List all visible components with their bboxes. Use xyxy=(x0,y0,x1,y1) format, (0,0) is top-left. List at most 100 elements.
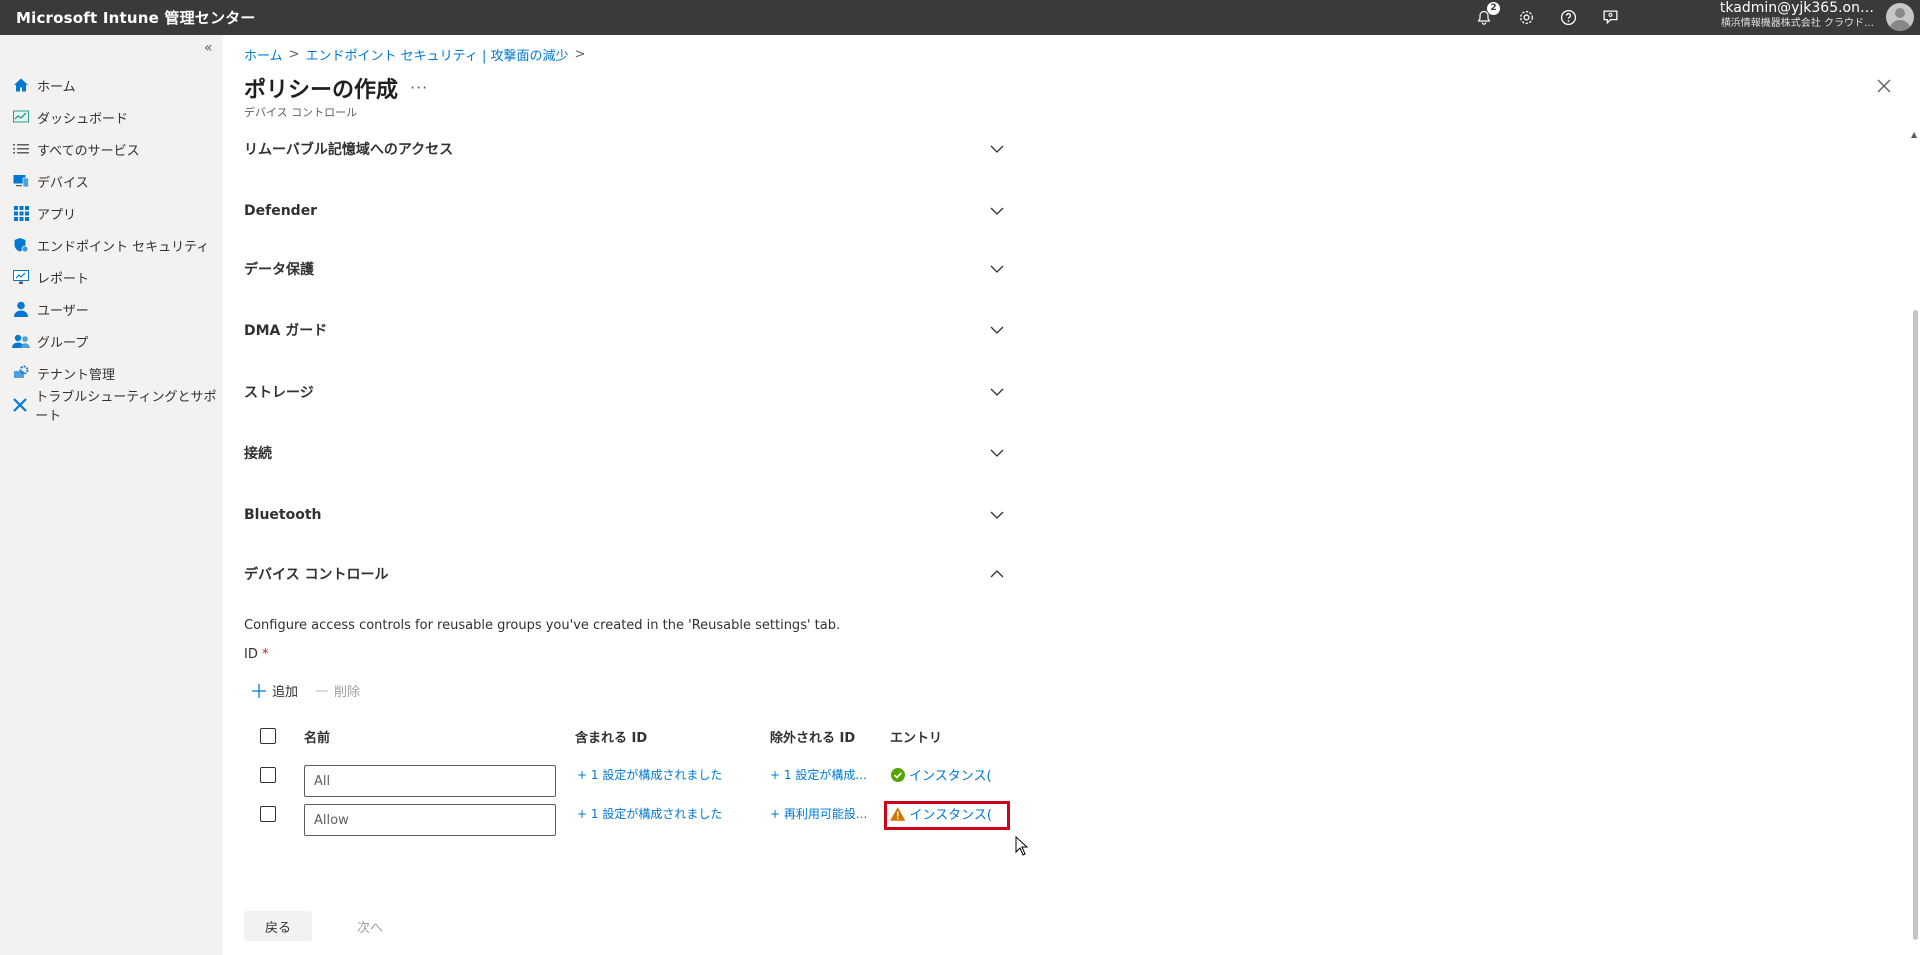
row-checkbox[interactable] xyxy=(260,806,276,822)
more-options-button[interactable]: ··· xyxy=(410,78,428,97)
breadcrumb-endpoint-security-link[interactable]: エンドポイント セキュリティ | 攻撃面の減少 xyxy=(306,45,569,64)
section-data-protection[interactable]: データ保護 xyxy=(244,254,1004,284)
sidebar-item-label: デバイス xyxy=(37,175,89,191)
mouse-cursor-icon xyxy=(1015,836,1029,856)
sidebar-item-groups[interactable]: グループ xyxy=(0,325,223,357)
row-checkbox[interactable] xyxy=(260,767,276,783)
name-input[interactable] xyxy=(304,804,556,836)
select-all-checkbox[interactable] xyxy=(260,728,276,744)
section-label: ストレージ xyxy=(244,385,314,401)
column-header-excluded-id[interactable]: 除外される ID xyxy=(770,727,855,746)
section-connectivity[interactable]: 接続 xyxy=(244,438,1004,468)
chevron-down-icon xyxy=(990,145,1004,153)
sidebar-item-label: ユーザー xyxy=(37,303,89,319)
home-icon xyxy=(12,76,30,94)
breadcrumb-separator: > xyxy=(288,47,300,62)
page-title: ポリシーの作成 xyxy=(244,78,399,103)
account-info[interactable]: tkadmin@yjk365.on… 横浜情報機器株式会社 クラウド… xyxy=(1720,1,1874,31)
scroll-up-arrow[interactable]: ▲ xyxy=(1911,130,1917,139)
column-header-entry[interactable]: エントリ xyxy=(890,727,942,746)
id-field-label: ID * xyxy=(244,647,269,662)
section-label: リムーバブル記憶域へのアクセス xyxy=(244,142,454,158)
section-defender[interactable]: Defender xyxy=(244,196,1004,226)
user-icon xyxy=(12,300,30,318)
gear-icon[interactable] xyxy=(1516,8,1536,28)
sidebar-item-troubleshooting[interactable]: トラブルシューティングとサポート xyxy=(0,389,223,424)
breadcrumb: ホーム > エンドポイント セキュリティ | 攻撃面の減少 > xyxy=(244,45,585,64)
section-label: Defender xyxy=(244,203,318,219)
sidebar-item-label: テナント管理 xyxy=(37,367,116,383)
name-input[interactable] xyxy=(304,765,556,797)
minus-icon xyxy=(316,689,329,692)
close-icon[interactable] xyxy=(1876,78,1896,98)
list-icon xyxy=(12,140,30,158)
check-circle-icon xyxy=(891,767,905,782)
included-id-link[interactable]: + 1 設定が構成されました xyxy=(577,805,722,822)
device-icon xyxy=(12,172,30,190)
sidebar-item-all-services[interactable]: すべてのサービス xyxy=(0,133,223,165)
sidebar-item-label: アプリ xyxy=(37,207,77,223)
section-device-control[interactable]: デバイス コントロール xyxy=(244,559,1004,589)
sidebar-item-dashboard[interactable]: ダッシュボード xyxy=(0,101,223,133)
chevron-down-icon xyxy=(990,326,1004,334)
sidebar-item-label: グループ xyxy=(37,335,89,351)
bell-icon[interactable]: 2 xyxy=(1474,1,1500,28)
section-removable-storage[interactable]: リムーバブル記憶域へのアクセス xyxy=(244,134,1004,164)
included-id-link[interactable]: + 1 設定が構成されました xyxy=(577,766,722,783)
feedback-icon[interactable] xyxy=(1600,8,1620,28)
avatar[interactable] xyxy=(1886,3,1914,31)
page-subtitle: デバイス コントロール xyxy=(244,106,358,119)
report-icon xyxy=(12,268,30,286)
entry-link[interactable]: インスタンス( xyxy=(891,765,993,784)
chevron-down-icon xyxy=(990,265,1004,273)
chevron-down-icon xyxy=(990,388,1004,396)
help-icon[interactable] xyxy=(1558,8,1578,28)
sidebar-item-label: ホーム xyxy=(37,79,76,95)
top-icons: 2 xyxy=(1474,0,1620,35)
id-toolbar: 追加 削除 xyxy=(252,681,360,700)
section-bluetooth[interactable]: Bluetooth xyxy=(244,500,1004,530)
troubleshoot-icon xyxy=(12,396,28,414)
excluded-id-link[interactable]: + 再利用可能設... xyxy=(770,805,867,822)
dashboard-icon xyxy=(12,108,30,126)
scrollbar-thumb[interactable] xyxy=(1913,310,1918,940)
id-label-text: ID xyxy=(244,647,258,662)
group-icon xyxy=(12,332,30,350)
column-header-included-id[interactable]: 含まれる ID xyxy=(575,727,647,746)
app-title[interactable]: Microsoft Intune 管理センター xyxy=(0,7,256,28)
sidebar-item-label: レポート xyxy=(37,271,90,287)
section-dma-guard[interactable]: DMA ガード xyxy=(244,315,1004,345)
sidebar: « ホーム ダッシュボード すべてのサービス デバイス アプリ エンドポイント … xyxy=(0,35,223,955)
sidebar-item-endpoint-security[interactable]: エンドポイント セキュリティ xyxy=(0,229,223,261)
sidebar-item-tenant-admin[interactable]: テナント管理 xyxy=(0,357,223,389)
column-header-name[interactable]: 名前 xyxy=(304,727,330,746)
notification-badge: 2 xyxy=(1487,1,1500,15)
required-indicator: * xyxy=(262,647,269,662)
breadcrumb-separator: > xyxy=(574,47,586,62)
account-name: tkadmin@yjk365.on… xyxy=(1719,0,1874,16)
add-label: 追加 xyxy=(272,685,299,700)
chevron-up-icon xyxy=(990,570,1004,578)
back-button[interactable]: 戻る xyxy=(244,911,312,941)
add-button[interactable]: 追加 xyxy=(252,681,298,700)
highlight-box xyxy=(884,801,1010,830)
breadcrumb-home-link[interactable]: ホーム xyxy=(244,45,283,64)
sidebar-item-devices[interactable]: デバイス xyxy=(0,165,223,197)
sidebar-item-label: すべてのサービス xyxy=(37,143,140,159)
collapse-sidebar-button[interactable]: « xyxy=(204,40,213,56)
sidebar-item-reports[interactable]: レポート xyxy=(0,261,223,293)
section-storage[interactable]: ストレージ xyxy=(244,377,1004,407)
sidebar-item-apps[interactable]: アプリ xyxy=(0,197,223,229)
excluded-id-link[interactable]: + 1 設定が構成... xyxy=(770,766,867,783)
sidebar-item-home[interactable]: ホーム xyxy=(0,69,223,101)
plus-icon xyxy=(252,683,266,698)
section-label: 接続 xyxy=(244,446,272,462)
delete-button[interactable]: 削除 xyxy=(316,681,360,700)
shield-icon xyxy=(12,236,30,254)
tenant-icon xyxy=(12,364,30,382)
account-org: 横浜情報機器株式会社 クラウド… xyxy=(1720,18,1874,29)
chevron-down-icon xyxy=(990,449,1004,457)
sidebar-item-users[interactable]: ユーザー xyxy=(0,293,223,325)
next-button[interactable]: 次へ xyxy=(340,911,400,941)
delete-label: 削除 xyxy=(334,685,361,700)
